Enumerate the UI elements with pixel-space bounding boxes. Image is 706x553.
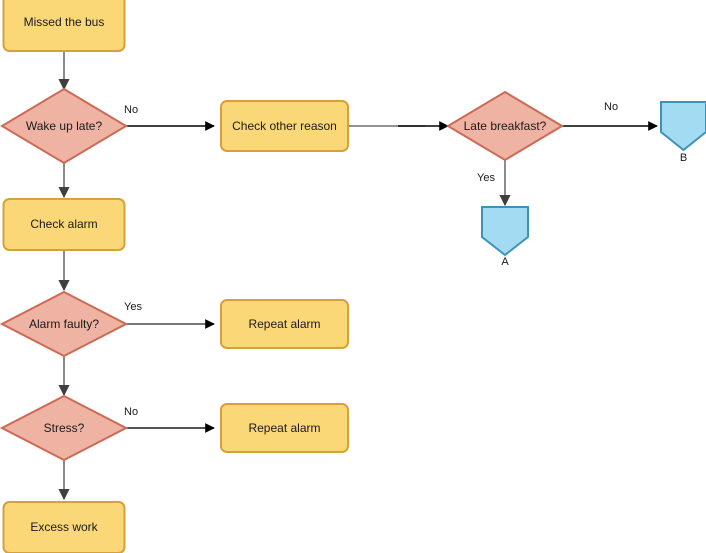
- hit-check-alarm[interactable]: [3, 199, 125, 250]
- edges-layer: [58, 51, 658, 501]
- flowchart-canvas: [0, 0, 706, 553]
- edge-label-wake-up-late-no: No: [124, 104, 139, 116]
- hit-repeat-alarm-1[interactable]: [221, 300, 348, 348]
- connector-caption-a: A: [501, 256, 509, 268]
- hit-late-breakfast[interactable]: [448, 92, 562, 160]
- hit-repeat-alarm-2[interactable]: [221, 404, 348, 452]
- hit-connector-b[interactable]: [661, 102, 706, 150]
- hit-excess-work[interactable]: [3, 502, 125, 553]
- hit-wake-up-late[interactable]: [2, 89, 126, 163]
- connector-caption-b: B: [679, 152, 688, 164]
- hit-check-other-reason[interactable]: [221, 101, 348, 151]
- hit-stress[interactable]: [2, 396, 126, 460]
- nodes-layer: [0, 0, 706, 553]
- hit-alarm-faulty[interactable]: [2, 292, 126, 356]
- edge-label-late-breakfast-no: No: [604, 101, 619, 113]
- edge-label-alarm-faulty-yes: Yes: [124, 301, 142, 313]
- edge-label-late-breakfast-yes: Yes: [477, 172, 495, 184]
- edge-label-stress-no: No: [124, 406, 139, 418]
- hit-connector-a[interactable]: [482, 207, 528, 255]
- hit-missed-the-bus[interactable]: [3, 0, 125, 51]
